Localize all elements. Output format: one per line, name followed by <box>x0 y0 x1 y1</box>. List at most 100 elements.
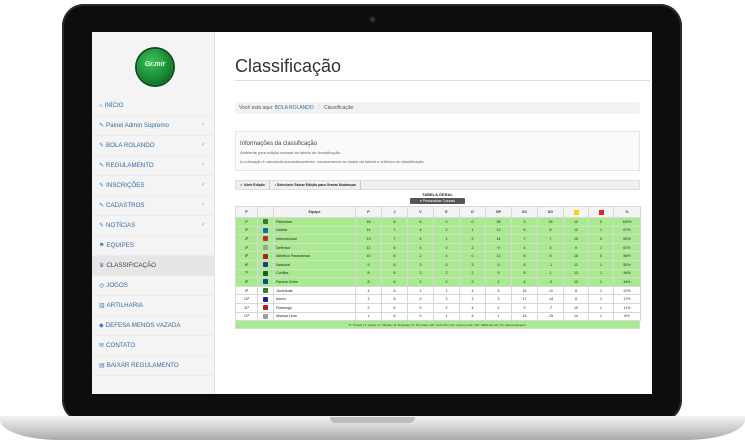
cell-e: 2 <box>433 268 460 279</box>
sidebar-item-equipes[interactable]: ⚑ EQUIPES <box>92 236 214 256</box>
sidebar-item-label: CADASTROS <box>106 202 145 209</box>
standings-table: P Equipe P J V E D GP GC SG% 1º Palmeiras 18 6 6 0 0 28 3… <box>235 206 641 322</box>
cell-cv: 1 <box>588 277 614 287</box>
table-row[interactable]: 7º Coritiba 8 6 2 2 2 9 8 1 13 1 44% <box>235 268 641 279</box>
cell-team: Palmeiras <box>273 217 356 227</box>
team-crest-icon <box>263 288 268 294</box>
column-header[interactable]: E <box>433 206 460 218</box>
sidebar-item-in-cio[interactable]: ⌂ INÍCIO <box>92 96 214 116</box>
cell-d: 2 <box>459 234 486 244</box>
team-crest-icon <box>263 253 268 259</box>
open-edit-button[interactable]: ✓Abrir Edição <box>236 181 270 190</box>
table-row[interactable]: 10º Azuriz 3 6 0 3 3 3 17 -14 8 1 17% <box>235 294 641 304</box>
sidebar-item-inscri-es[interactable]: ✎ INSCRIÇÕES ‹ <box>92 176 214 196</box>
cell-j: 6 <box>381 242 408 253</box>
cell-team: Defensor <box>273 242 356 253</box>
breadcrumb-prefix: Você está aqui: <box>239 105 274 111</box>
customize-columns-button[interactable]: ▾ Personalizar Colunas <box>410 198 465 204</box>
table-row[interactable]: 5º Athletico Paranaense 10 6 2 4 0 12 6 6 16 0 56% <box>235 251 641 261</box>
edit-toolbar: ✓Abrir Edição ▪Selecione Salvar Edição p… <box>235 180 640 190</box>
team-crest-cell <box>257 294 274 304</box>
cell-gc: 4 <box>511 242 538 253</box>
cell-pct: 100% <box>613 217 641 227</box>
sidebar-item-label: INSCRIÇÕES <box>106 182 145 189</box>
table-row[interactable]: 9º Juventude 4 6 1 1 4 5 16 -11 8 1 22% <box>235 285 641 296</box>
cell-team: Nacional <box>273 259 356 270</box>
column-header[interactable]: SG <box>537 206 564 218</box>
column-header[interactable] <box>257 206 274 218</box>
cell-gc: 7 <box>511 234 538 244</box>
table-row[interactable]: 1º Palmeiras 18 6 6 0 0 28 3 25 12 0 100% <box>235 217 641 227</box>
cell-cv: 1 <box>588 268 614 279</box>
column-header[interactable]: % <box>613 206 641 218</box>
yellow-card-icon <box>573 209 579 215</box>
cell-team: Galícia <box>273 225 356 236</box>
column-header[interactable]: P <box>235 206 258 218</box>
column-header[interactable]: D <box>459 206 486 218</box>
cell-gp: 2 <box>485 277 512 287</box>
chevron-left-icon: ‹ <box>202 122 204 128</box>
cell-v: 4 <box>407 225 434 236</box>
breadcrumb-link-bola-rolando[interactable]: BOLA ROLANDO <box>275 105 314 111</box>
sidebar-item-classifica-o[interactable]: ♛ CLASSIFICAÇÃO <box>92 256 214 276</box>
sidebar-item-artilharia[interactable]: ▥ ARTILHARIA <box>92 296 214 316</box>
column-header[interactable]: J <box>381 206 408 218</box>
table-header-row: P Equipe P J V E D GP GC SG% <box>235 206 641 218</box>
sidebar-item-bola-rolando[interactable]: ✎ BOLA ROLANDO ‹ <box>92 136 214 156</box>
column-header[interactable]: Equipe <box>273 206 356 218</box>
cell-gp: 14 <box>485 234 512 244</box>
cell-d: 0 <box>459 251 486 261</box>
cell-ca: 16 <box>563 251 589 261</box>
save-edit-button[interactable]: ▪Selecione Salvar Edição para Gravar Mud… <box>271 181 361 190</box>
column-header[interactable] <box>563 206 589 218</box>
cell-v: 6 <box>407 217 434 227</box>
cell-pct: 62% <box>613 234 641 244</box>
cell-e: 1 <box>433 311 460 322</box>
column-header[interactable]: P <box>355 206 382 218</box>
laptop-notch <box>330 417 415 423</box>
column-header[interactable]: GP <box>485 206 512 218</box>
cell-cv: 1 <box>588 242 614 253</box>
cell-d: 5 <box>459 311 486 322</box>
team-crest-icon <box>263 236 268 242</box>
sidebar-item-label: BAIXAR REGULAMENTO <box>106 362 179 369</box>
sidebar-item-painel-admin-supremo[interactable]: ✎ Painel Admin Supremo ‹ <box>92 116 214 136</box>
sidebar-item-jogos[interactable]: ◎ JOGOS <box>92 276 214 296</box>
table-row[interactable]: 11º Flamengo 2 6 0 2 4 2 9 -7 10 1 11% <box>235 302 641 313</box>
team-crest-cell <box>257 285 274 296</box>
column-header[interactable] <box>588 206 614 218</box>
table-row[interactable]: 12º Aliança Lima 1 6 0 1 5 1 16 -15 14 1 6% <box>235 311 641 322</box>
team-crest-icon <box>263 279 268 285</box>
sidebar-item-regulamento[interactable]: ✎ REGULAMENTO ‹ <box>92 156 214 176</box>
sidebar-item-cadastros[interactable]: ✎ CADASTROS ‹ <box>92 196 214 216</box>
cell-pos: 6º <box>235 259 258 270</box>
table-row[interactable]: 4º Defensor 12 6 4 0 2 9 4 5 9 1 67% <box>235 242 641 253</box>
info-panel-line-1: Ambiente para edição manual da tabela de… <box>240 150 342 155</box>
table-row[interactable]: 8º Paraná Clube 8 6 2 2 2 2 4 -2 13 1 44% <box>235 277 641 287</box>
cell-ca: 9 <box>563 242 589 253</box>
team-crest-icon <box>263 305 268 311</box>
logo[interactable]: Gr.mir <box>137 49 173 85</box>
cell-j: 6 <box>381 294 408 304</box>
cell-v: 2 <box>407 251 434 261</box>
sidebar-item-not-cias[interactable]: ✎ NOTÍCIAS ‹ <box>92 216 214 236</box>
cell-p: 8 <box>355 277 382 287</box>
cell-team: Flamengo <box>273 302 356 313</box>
cell-cv: 0 <box>588 251 614 261</box>
sidebar-item-baixar-regulamento[interactable]: ▤ BAIXAR REGULAMENTO <box>92 356 214 376</box>
table-row[interactable]: 3º Internacional 13 7 4 1 2 14 7 7 16 0 62% <box>235 234 641 244</box>
wrench-icon: ✎ <box>99 203 105 209</box>
cell-ca: 13 <box>563 277 589 287</box>
sidebar-item-contato[interactable]: ✉ CONTATO <box>92 336 214 356</box>
column-header[interactable]: GC <box>511 206 538 218</box>
cell-j: 6 <box>381 285 408 296</box>
table-row[interactable]: 6º Nacional 9 6 3 0 3 5 6 -1 12 1 50% <box>235 259 641 270</box>
cell-sg: -11 <box>537 285 564 296</box>
cell-sg: -7 <box>537 302 564 313</box>
column-header[interactable]: V <box>407 206 434 218</box>
sidebar-item-defesa-menos-vazada[interactable]: ◆ DEFESA MENOS VAZADA <box>92 316 214 336</box>
cell-gc: 16 <box>511 285 538 296</box>
table-row[interactable]: 2º Galícia 14 7 4 2 1 12 6 6 12 1 67% <box>235 225 641 236</box>
info-panel-title: Informações da classificação <box>240 141 318 147</box>
cell-j: 6 <box>381 302 408 313</box>
